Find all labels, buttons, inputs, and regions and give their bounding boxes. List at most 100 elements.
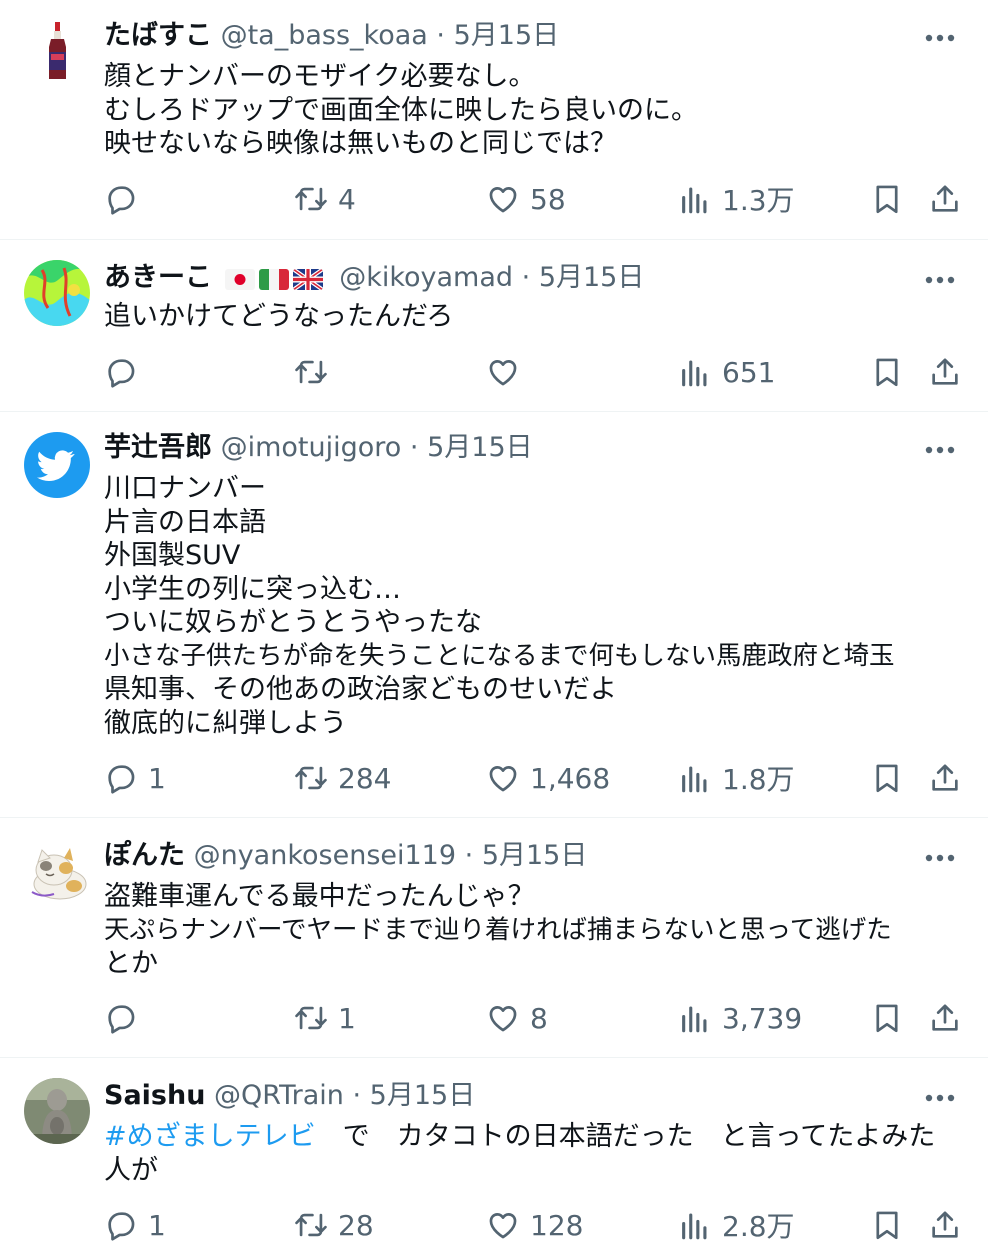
display-name[interactable]: Saishu xyxy=(104,1080,205,1111)
bookmark-button[interactable] xyxy=(870,350,904,394)
text-line: 小学生の列に突っ込む… xyxy=(104,573,401,605)
tweet-date[interactable]: 5月15日 xyxy=(482,840,588,871)
reply-button[interactable]: 1 xyxy=(104,756,166,800)
avatar[interactable] xyxy=(24,260,90,326)
retweet-button[interactable]: 284 xyxy=(294,756,391,800)
share-button[interactable] xyxy=(928,177,962,221)
text-line: 片言の日本語 xyxy=(104,506,266,538)
reply-icon xyxy=(108,186,135,215)
bar-chart-icon xyxy=(682,187,707,214)
retweet-icon xyxy=(295,1006,327,1030)
text-line: 映せないなら映像は無いものと同じでは？ xyxy=(104,128,617,159)
reply-button[interactable] xyxy=(104,177,148,221)
bookmark-icon xyxy=(876,1211,898,1240)
views-button[interactable]: 2.8万 xyxy=(678,1203,795,1247)
reply-button[interactable]: 1 xyxy=(104,1203,166,1247)
reply-feed: たばすこ @ta_bass_koaa · 5月15日 顔とナンバーのモザイク必要… xyxy=(0,0,988,1260)
hashtag-link[interactable]: #めざましテレビ xyxy=(104,1121,316,1152)
tweet-text: 顔とナンバーのモザイク必要なし。 むしろドアップで画面全体に映したら良いのに。 … xyxy=(104,60,964,161)
avatar[interactable] xyxy=(24,18,90,84)
display-name[interactable]: あきーこ xyxy=(104,262,212,293)
separator-dot: · xyxy=(436,20,446,51)
like-button[interactable]: 1,468 xyxy=(486,756,610,800)
more-dots-icon xyxy=(925,1094,955,1102)
action-bar: 651 xyxy=(104,350,964,394)
like-button[interactable]: 8 xyxy=(486,996,548,1040)
user-handle[interactable]: @ta_bass_koaa xyxy=(221,20,428,51)
views-button[interactable]: 1.3万 xyxy=(678,177,795,221)
views-button[interactable]: 3,739 xyxy=(678,996,802,1040)
reply-icon xyxy=(108,1212,135,1241)
retweet-count: 4 xyxy=(338,182,356,216)
reply-button[interactable] xyxy=(104,996,148,1040)
tweet-text: 盗難車運んでる最中だったんじゃ？ 天ぷらナンバーでヤードまで辿り着ければ捕まらな… xyxy=(104,880,964,981)
more-options-button[interactable] xyxy=(922,432,958,468)
views-button[interactable]: 1.8万 xyxy=(678,756,795,800)
more-dots-icon xyxy=(925,854,955,862)
text-line: 徹底的に糾弾しよう xyxy=(104,707,347,739)
bookmark-button[interactable] xyxy=(870,1203,904,1247)
tweet[interactable]: たばすこ @ta_bass_koaa · 5月15日 顔とナンバーのモザイク必要… xyxy=(0,0,988,240)
text-line: 追いかけてどうなったんだろ xyxy=(104,301,454,332)
more-options-button[interactable] xyxy=(922,1080,958,1116)
avatar[interactable] xyxy=(24,1078,90,1144)
more-options-button[interactable] xyxy=(922,840,958,876)
retweet-button[interactable]: 28 xyxy=(294,1203,374,1247)
share-button[interactable] xyxy=(928,350,962,394)
bookmark-icon xyxy=(876,764,898,793)
tweet[interactable]: Saishu @QRTrain · 5月15日 #めざましテレビ で カタコトの… xyxy=(0,1058,988,1260)
like-count: 1,468 xyxy=(530,761,611,795)
tweet-date[interactable]: 5月15日 xyxy=(427,432,533,463)
separator-dot: · xyxy=(464,840,474,871)
tweet-header: たばすこ @ta_bass_koaa · 5月15日 xyxy=(104,16,908,56)
action-bar: 1 284 1,468 1.8万 xyxy=(104,756,964,800)
user-handle[interactable]: @kikoyamad xyxy=(339,262,513,293)
bookmark-button[interactable] xyxy=(870,996,904,1040)
retweet-button[interactable] xyxy=(294,350,338,394)
avatar[interactable] xyxy=(24,432,90,498)
retweet-icon xyxy=(295,766,327,790)
text-line: 小さな子供たちが命を失うことになるまで何もしない馬鹿政府と埼玉 xyxy=(104,640,895,671)
views-button[interactable]: 651 xyxy=(678,350,775,394)
more-options-button[interactable] xyxy=(922,262,958,298)
tweet-date[interactable]: 5月15日 xyxy=(454,20,560,51)
share-button[interactable] xyxy=(928,1203,962,1247)
share-button[interactable] xyxy=(928,756,962,800)
user-handle[interactable]: @QRTrain xyxy=(214,1080,344,1111)
reply-button[interactable] xyxy=(104,350,148,394)
retweet-button[interactable]: 1 xyxy=(294,996,356,1040)
bookmark-button[interactable] xyxy=(870,177,904,221)
bar-chart-icon xyxy=(682,1213,707,1240)
action-bar: 4 58 1.3万 xyxy=(104,177,964,221)
user-handle[interactable]: @imotujigoro xyxy=(221,432,402,463)
retweet-icon xyxy=(295,1213,327,1237)
japan-flag-icon xyxy=(224,268,255,290)
reply-count: 1 xyxy=(148,761,166,795)
display-name[interactable]: 芋辻吾郎 xyxy=(104,432,212,463)
tweet-date[interactable]: 5月15日 xyxy=(539,262,645,293)
tweet[interactable]: 芋辻吾郎 @imotujigoro · 5月15日 川口ナンバー 片言の日本語 … xyxy=(0,412,988,818)
action-bar: 1 8 3,739 xyxy=(104,996,964,1040)
tweet[interactable]: ぽんた @nyankosensei119 · 5月15日 盗難車運んでる最中だっ… xyxy=(0,818,988,1058)
retweet-button[interactable]: 4 xyxy=(294,177,356,221)
display-name[interactable]: たばすこ xyxy=(104,20,212,51)
more-options-button[interactable] xyxy=(922,20,958,56)
bookmark-button[interactable] xyxy=(870,756,904,800)
like-button[interactable]: 58 xyxy=(486,177,566,221)
separator-dot: · xyxy=(521,262,531,293)
italy-flag-icon xyxy=(258,268,289,290)
user-handle[interactable]: @nyankosensei119 xyxy=(194,840,456,871)
display-name[interactable]: ぽんた xyxy=(104,840,185,871)
avatar[interactable] xyxy=(24,840,90,906)
separator-dot: · xyxy=(352,1080,362,1111)
tweet-header: あきーこ @kikoyamad · 5月15日 xyxy=(104,258,908,298)
tweet[interactable]: あきーこ @kikoyamad · 5月15日 追いかけてどうなったんだろ 65… xyxy=(0,240,988,412)
abstract-art-avatar-icon xyxy=(24,260,90,326)
like-button[interactable]: 128 xyxy=(486,1203,583,1247)
hot-sauce-bottle-avatar-icon xyxy=(24,18,90,84)
like-count: 58 xyxy=(530,182,566,216)
tweet-date[interactable]: 5月15日 xyxy=(370,1080,476,1111)
like-button[interactable] xyxy=(486,350,530,394)
bookmark-icon xyxy=(876,185,898,214)
share-button[interactable] xyxy=(928,996,962,1040)
